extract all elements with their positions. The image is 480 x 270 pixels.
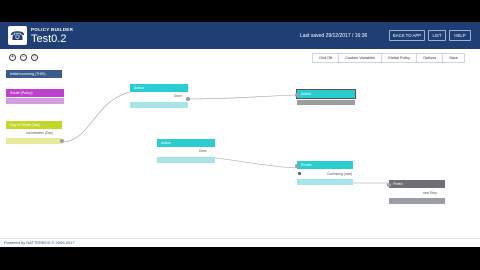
node-action-1-connector-dot[interactable] <box>186 97 190 101</box>
node-action-1-port[interactable] <box>130 102 188 108</box>
node-action-3-title: Action <box>157 139 215 147</box>
node-finish-port[interactable] <box>389 198 445 204</box>
node-day-title: Day of Week (Day) <box>6 121 62 129</box>
node-day-port-label: not between (Day) <box>26 131 53 135</box>
node-day-of-week[interactable]: Day of Week (Day) not between (Day) <box>6 121 64 147</box>
node-day-port[interactable] <box>6 138 62 144</box>
node-action-2[interactable]: Action <box>295 89 356 110</box>
node-route-title: Route (Policy) <box>6 89 64 97</box>
node-day-connector-dot[interactable] <box>60 139 64 143</box>
node-action-2-port[interactable] <box>297 100 355 105</box>
node-action-3-port-label: Done <box>199 149 207 153</box>
node-finish-input-dot[interactable] <box>387 183 391 187</box>
node-action-1-port-label: Done <box>174 94 182 98</box>
node-router-title: Router <box>297 161 353 169</box>
node-action-3-port[interactable] <box>157 157 215 163</box>
node-router-status-dot <box>298 172 301 175</box>
node-route[interactable]: Route (Policy) <box>6 89 64 107</box>
node-router-port[interactable] <box>297 179 353 185</box>
node-action-1[interactable]: Action Done <box>130 84 190 110</box>
node-router[interactable]: Router Continuing (hold) <box>295 161 353 187</box>
node-start-title: Initial Incoming (THIS) <box>6 70 62 78</box>
node-router-port-label: Continuing (hold) <box>327 172 353 176</box>
node-action-2-title: Action <box>296 89 356 99</box>
node-finish-port-label: next Step <box>423 191 437 195</box>
node-finish-title: Finish <box>389 180 445 188</box>
node-start[interactable]: Initial Incoming (THIS) <box>6 70 62 78</box>
node-action-1-title: Action <box>130 84 188 92</box>
node-finish[interactable]: Finish next Step <box>387 180 445 206</box>
footer-text: Powered by NATTERBOX © 2009-2017 <box>4 240 75 245</box>
app-footer: Powered by NATTERBOX © 2009-2017 <box>0 238 480 247</box>
node-router-input-dot[interactable] <box>295 164 299 168</box>
policy-builder-window: ☎ POLICY BUILDER Test0.2 Last saved 29/1… <box>0 22 480 247</box>
node-action-2-input-dot[interactable] <box>295 93 299 97</box>
connection-lines <box>61 91 389 184</box>
node-action-3[interactable]: Action Done <box>157 139 215 165</box>
node-route-port[interactable] <box>6 98 64 104</box>
